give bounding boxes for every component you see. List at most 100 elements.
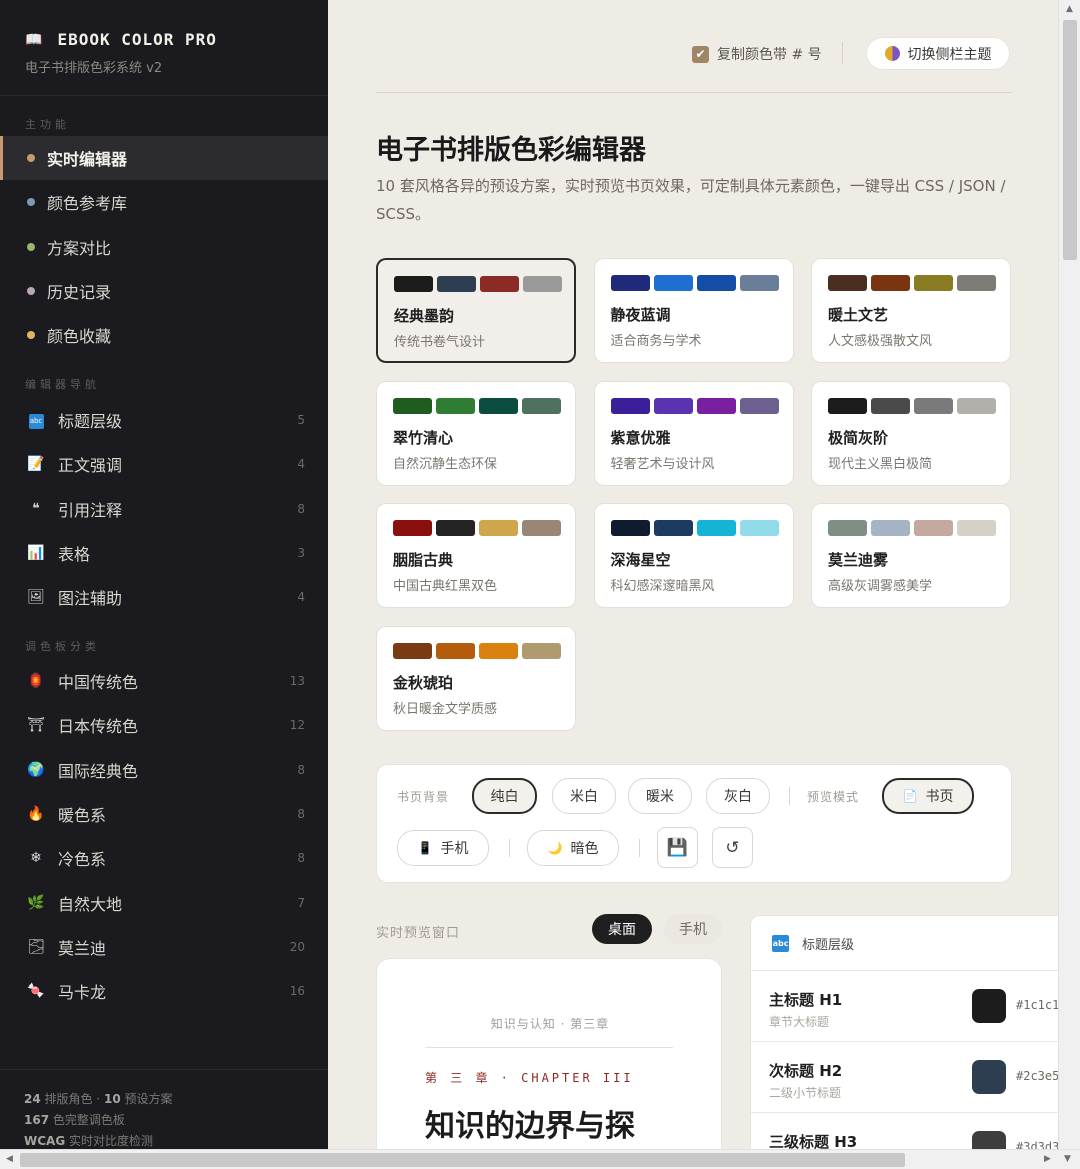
brand: 📖 EBOOK COLOR PRO 电子书排版色彩系统 v2 xyxy=(25,30,217,76)
page-description: 10 套风格各异的预设方案，实时预览书页效果，可定制具体元素颜色，一键导出 CS… xyxy=(376,177,1006,223)
color-swatch xyxy=(828,397,867,414)
color-swatch xyxy=(739,520,779,536)
section-label-palette: 调色板分类 xyxy=(25,640,100,653)
stats-line-3: WCAG 实时对比度检测 xyxy=(24,1134,154,1148)
element-name: 主标题 H1 xyxy=(769,991,843,1009)
element-color-panel: abc 标题层级 主标题 H1 章节大标题 #1c1c1c 次标题 H2 二级小节标题 #… xyxy=(750,915,1058,1149)
element-row[interactable]: 主标题 H1 章节大标题 #1c1c1c xyxy=(751,971,1058,1042)
sidebar-item-main-1[interactable]: 颜色参考库 xyxy=(0,180,328,224)
preset-card[interactable]: 深海星空 科幻感深邃暗黑风 xyxy=(593,503,794,608)
color-picker-swatch[interactable] xyxy=(972,1060,1006,1094)
scroll-up-icon[interactable]: ▲ xyxy=(1066,4,1073,14)
color-picker-swatch[interactable] xyxy=(972,989,1006,1023)
sidebar-item-label: 图注辅助 xyxy=(58,589,123,609)
preset-swatches xyxy=(393,520,561,536)
preset-card[interactable]: 静夜蓝调 适合商务与学术 xyxy=(593,258,794,363)
hex-value: #1c1c1c xyxy=(1016,998,1058,1012)
sidebar-item-palette_items-5[interactable]: 🌿 自然大地 7 xyxy=(0,881,328,925)
element-name: 三级标题 H3 xyxy=(769,1133,858,1149)
sidebar-item-palette_items-6[interactable]: 🌫 莫兰迪 20 xyxy=(0,925,328,969)
snowflake-icon: ❄ xyxy=(30,850,42,867)
sidebar-item-editor_items-1[interactable]: 📝 正文强调 4 xyxy=(0,442,328,486)
fire-icon: 🔥 xyxy=(27,805,45,822)
color-swatch xyxy=(393,642,432,659)
sidebar-item-main-4[interactable]: 颜色收藏 xyxy=(0,313,328,357)
preset-card[interactable]: 经典墨韵 传统书卷气设计 xyxy=(376,258,576,363)
bg-option-button[interactable]: 灰白 xyxy=(706,778,770,814)
sidebar-item-palette_items-3[interactable]: 🔥 暖色系 8 xyxy=(0,792,328,836)
preset-card[interactable]: 暖土文艺 人文感极强散文风 xyxy=(811,258,1011,363)
sidebar-item-main-0[interactable]: 实时编辑器 xyxy=(0,136,328,180)
bg-option-button[interactable]: 米白 xyxy=(552,778,616,814)
sidebar-item-palette_items-0[interactable]: 🏮 中国传统色 13 xyxy=(0,659,328,703)
preset-description: 高级灰调雾感美学 xyxy=(828,579,933,594)
bg-option-button[interactable]: 纯白 xyxy=(472,778,537,814)
tab-desktop[interactable]: 桌面 xyxy=(592,914,652,944)
element-row[interactable]: 次标题 H2 二级小节标题 #2c3e50 xyxy=(751,1042,1058,1113)
preset-card[interactable]: 紫意优雅 轻奢艺术与设计风 xyxy=(593,380,794,486)
mode-phone-label: 手机 xyxy=(440,841,469,857)
color-swatch xyxy=(914,275,953,291)
sidebar-item-palette_items-1[interactable]: ⛩ 日本传统色 12 xyxy=(0,703,328,747)
section-label-editor-nav: 编辑器导航 xyxy=(25,378,100,391)
preset-card[interactable]: 极简灰阶 现代主义黑白极简 xyxy=(811,380,1011,486)
color-swatch xyxy=(653,397,693,414)
horizontal-scrollbar[interactable]: ◀ ▶ ▼ xyxy=(0,1149,1080,1169)
scrollbar-thumb[interactable] xyxy=(1063,20,1077,260)
sidebar-item-editor_items-4[interactable]: 🖼 图注辅助 4 xyxy=(0,575,328,619)
preset-swatches xyxy=(828,275,996,291)
scroll-down-icon[interactable]: ▼ xyxy=(1064,1154,1071,1164)
abc-icon: abc xyxy=(26,411,46,429)
save-button[interactable]: 💾 xyxy=(657,827,698,868)
dark-mode-button[interactable]: 🌙 暗色 xyxy=(527,830,619,866)
color-swatch xyxy=(610,397,650,414)
running-header: 知识与认知 · 第三章 xyxy=(490,1017,610,1031)
color-picker-swatch[interactable] xyxy=(972,1131,1006,1149)
reset-button[interactable]: ↺ xyxy=(712,827,753,868)
element-row[interactable]: 三级标题 H3 #3d3d3d xyxy=(751,1113,1058,1149)
preset-card[interactable]: 莫兰迪雾 高级灰调雾感美学 xyxy=(811,503,1011,608)
sidebar-item-palette_items-2[interactable]: 🌍 国际经典色 8 xyxy=(0,748,328,792)
scroll-right-icon[interactable]: ▶ xyxy=(1044,1154,1051,1164)
sidebar-item-editor_items-0[interactable]: abc 标题层级 5 xyxy=(0,398,328,442)
sidebar-item-main-2[interactable]: 方案对比 xyxy=(0,225,328,269)
divider xyxy=(0,1069,328,1070)
item-count: 4 xyxy=(297,590,305,605)
preset-swatches xyxy=(610,397,779,414)
bg-option-button[interactable]: 暖米 xyxy=(628,778,692,814)
color-swatch xyxy=(739,275,779,291)
color-swatch xyxy=(479,520,518,536)
sidebar-item-main-3[interactable]: 历史记录 xyxy=(0,269,328,313)
brand-title-text: EBOOK COLOR PRO xyxy=(57,30,217,49)
scroll-left-icon[interactable]: ◀ xyxy=(6,1154,13,1164)
abc-icon: abc xyxy=(772,934,789,952)
sidebar-item-palette_items-4[interactable]: ❄ 冷色系 8 xyxy=(0,836,328,880)
dot-icon xyxy=(27,286,35,295)
preset-name: 翠竹清心 xyxy=(393,428,454,447)
color-swatch xyxy=(610,275,650,291)
color-swatch xyxy=(871,520,910,536)
color-swatch xyxy=(957,520,996,536)
item-count: 8 xyxy=(297,851,305,866)
preset-card[interactable]: 翠竹清心 自然沉静生态环保 xyxy=(376,380,576,486)
copy-hash-toggle[interactable]: ✔ 复制颜色带 # 号 xyxy=(692,44,822,64)
checkbox[interactable]: ✔ xyxy=(692,45,709,63)
toggle-sidebar-theme-button[interactable]: 切换侧栏主题 xyxy=(866,37,1010,70)
preset-name: 深海星空 xyxy=(610,551,671,569)
mode-book-button[interactable]: 📄 书页 xyxy=(882,778,974,814)
preset-card[interactable]: 胭脂古典 中国古典红黑双色 xyxy=(376,503,576,608)
tab-phone[interactable]: 手机 xyxy=(664,914,722,944)
sidebar-item-palette_items-7[interactable]: 🍬 马卡龙 16 xyxy=(0,969,328,1013)
page-background-label: 书页背景 xyxy=(397,790,450,804)
color-swatch xyxy=(479,642,518,659)
mode-phone-button[interactable]: 📱 手机 xyxy=(397,830,489,866)
preset-card[interactable]: 金秋琥珀 秋日暖金文学质感 xyxy=(376,625,576,731)
main-content: ✔ 复制颜色带 # 号 切换侧栏主题 电子书排版色彩编辑器 10 套风格各异的预… xyxy=(328,0,1058,1149)
scrollbar-thumb[interactable] xyxy=(20,1153,905,1167)
preset-swatches xyxy=(828,520,996,536)
vertical-scrollbar[interactable]: ▲ xyxy=(1058,0,1080,1149)
sidebar-item-editor_items-2[interactable]: ❝ 引用注释 8 xyxy=(0,487,328,531)
preset-name: 暖土文艺 xyxy=(828,306,889,324)
book-icon: 📖 xyxy=(25,31,44,48)
sidebar-item-editor_items-3[interactable]: 📊 表格 3 xyxy=(0,531,328,575)
